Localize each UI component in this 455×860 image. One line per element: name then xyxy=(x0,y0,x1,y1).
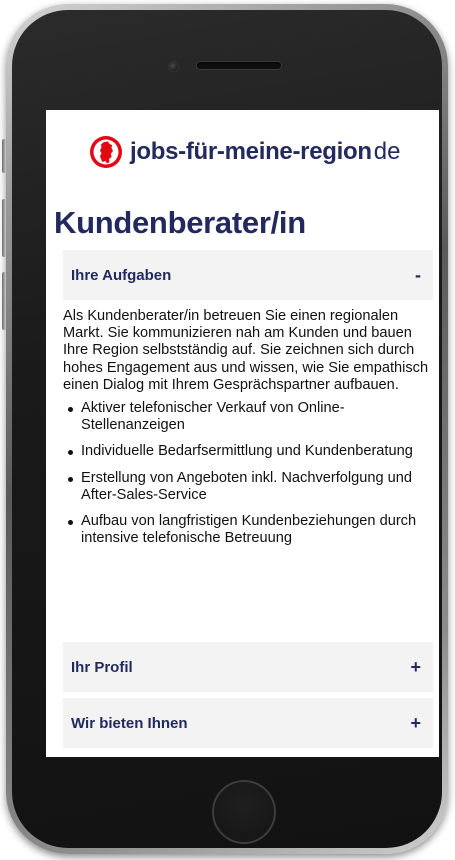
list-item: Individuelle Bedarfsermittlung und Kunde… xyxy=(63,443,430,460)
accordion-label: Ihre Aufgaben xyxy=(71,266,172,284)
speaker-grille xyxy=(197,62,281,69)
list-item-text: Erstellung von Angeboten inkl. Nachverfo… xyxy=(81,469,413,503)
expand-icon[interactable]: + xyxy=(410,713,421,734)
accordion-header-wir-bieten-ihnen[interactable]: Wir bieten Ihnen + xyxy=(63,698,433,748)
list-item-text: Aktiver telefonischer Verkauf von Online… xyxy=(81,400,345,434)
phone-screen: jobs-für-meine-region de Kundenberater/i… xyxy=(46,110,439,757)
phone-frame: jobs-für-meine-region de Kundenberater/i… xyxy=(2,4,448,854)
list-item: Aufbau von langfristigen Kundenbeziehung… xyxy=(63,513,430,547)
list-item: Erstellung von Angeboten inkl. Nachverfo… xyxy=(63,470,430,504)
task-list: Aktiver telefonischer Verkauf von Online… xyxy=(63,400,430,547)
section-intro-text: Als Kundenberater/in betreuen Sie einen … xyxy=(63,308,429,393)
bullet-icon xyxy=(68,520,73,526)
list-item: Aktiver telefonischer Verkauf von Online… xyxy=(63,400,430,434)
accordion-label: Ihr Profil xyxy=(71,658,133,676)
home-button[interactable] xyxy=(212,780,276,844)
germany-map-pin-icon xyxy=(90,136,122,168)
phone-side-button xyxy=(2,139,6,173)
bullet-icon xyxy=(68,476,73,482)
front-camera-icon xyxy=(169,62,178,71)
list-item-text: Aufbau von langfristigen Kundenbeziehung… xyxy=(81,513,417,547)
accordion-label: Wir bieten Ihnen xyxy=(71,714,188,732)
page-title: Kundenberater/in xyxy=(54,205,306,240)
bullet-icon xyxy=(68,407,73,413)
expand-icon[interactable]: + xyxy=(410,657,421,678)
bullet-icon xyxy=(68,450,73,456)
phone-volume-down-button xyxy=(2,272,6,330)
collapse-icon[interactable]: - xyxy=(415,265,421,286)
phone-volume-up-button xyxy=(2,199,6,257)
list-item-text: Individuelle Bedarfsermittlung und Kunde… xyxy=(81,443,413,460)
site-logo[interactable]: jobs-für-meine-region de xyxy=(88,132,400,172)
accordion-panel-ihre-aufgaben: Als Kundenberater/in betreuen Sie einen … xyxy=(63,308,430,556)
logo-text: jobs-für-meine-region xyxy=(130,138,372,165)
accordion-header-ihre-aufgaben[interactable]: Ihre Aufgaben - xyxy=(63,250,433,300)
accordion-header-ihr-profil[interactable]: Ihr Profil + xyxy=(63,642,433,692)
logo-domain-suffix: de xyxy=(373,138,401,165)
